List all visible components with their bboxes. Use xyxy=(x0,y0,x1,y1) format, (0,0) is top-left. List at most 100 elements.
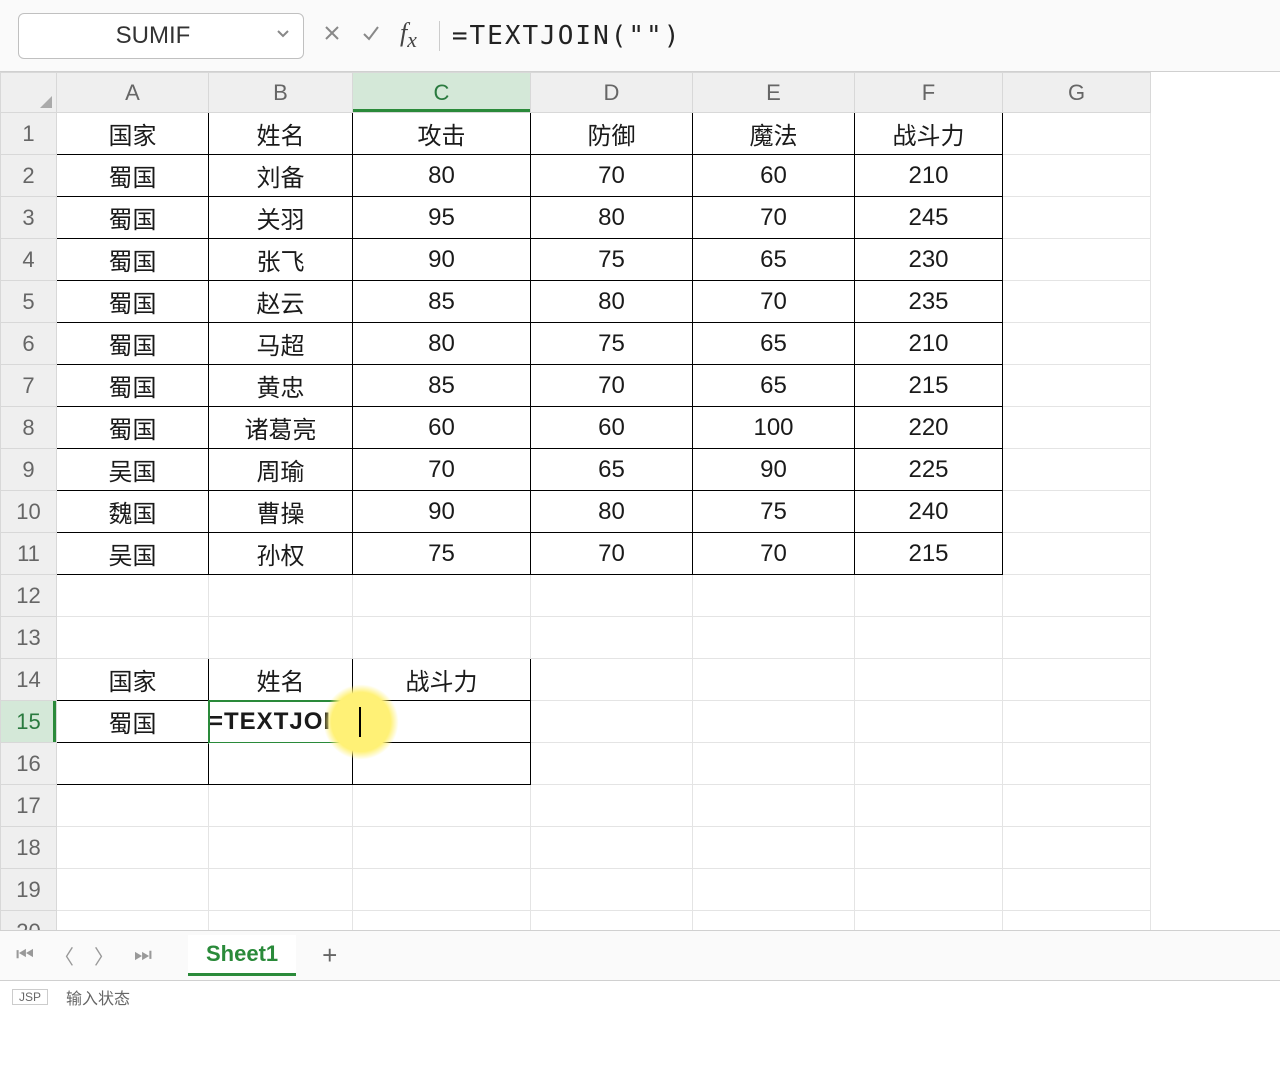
row-header-4[interactable]: 4 xyxy=(1,239,57,281)
cell-A3[interactable]: 蜀国 xyxy=(57,197,209,239)
cell-D2[interactable]: 70 xyxy=(531,155,693,197)
cell-F8[interactable]: 220 xyxy=(855,407,1003,449)
cell-F9[interactable]: 225 xyxy=(855,449,1003,491)
cell-F14[interactable] xyxy=(855,659,1003,701)
row-header-11[interactable]: 11 xyxy=(1,533,57,575)
cell-G9[interactable] xyxy=(1003,449,1151,491)
cell-A6[interactable]: 蜀国 xyxy=(57,323,209,365)
cell-G8[interactable] xyxy=(1003,407,1151,449)
cell-F19[interactable] xyxy=(855,869,1003,911)
cell-D8[interactable]: 60 xyxy=(531,407,693,449)
cell-E1[interactable]: 魔法 xyxy=(693,113,855,155)
cell-E9[interactable]: 90 xyxy=(693,449,855,491)
cell-C2[interactable]: 80 xyxy=(353,155,531,197)
cell-D14[interactable] xyxy=(531,659,693,701)
cell-B9[interactable]: 周瑜 xyxy=(209,449,353,491)
cell-G1[interactable] xyxy=(1003,113,1151,155)
cell-B4[interactable]: 张飞 xyxy=(209,239,353,281)
row-header-18[interactable]: 18 xyxy=(1,827,57,869)
cell-G16[interactable] xyxy=(1003,743,1151,785)
cell-C1[interactable]: 攻击 xyxy=(353,113,531,155)
cell-C16[interactable] xyxy=(353,743,531,785)
cell-E18[interactable] xyxy=(693,827,855,869)
row-header-17[interactable]: 17 xyxy=(1,785,57,827)
col-header-E[interactable]: E xyxy=(693,73,855,113)
cell-F2[interactable]: 210 xyxy=(855,155,1003,197)
cell-A8[interactable]: 蜀国 xyxy=(57,407,209,449)
cell-D3[interactable]: 80 xyxy=(531,197,693,239)
col-header-F[interactable]: F xyxy=(855,73,1003,113)
cell-D1[interactable]: 防御 xyxy=(531,113,693,155)
cell-C8[interactable]: 60 xyxy=(353,407,531,449)
cell-G2[interactable] xyxy=(1003,155,1151,197)
cell-F16[interactable] xyxy=(855,743,1003,785)
fx-icon[interactable]: fx xyxy=(400,18,417,53)
cell-E5[interactable]: 70 xyxy=(693,281,855,323)
row-header-12[interactable]: 12 xyxy=(1,575,57,617)
cell-B2[interactable]: 刘备 xyxy=(209,155,353,197)
select-all-corner[interactable] xyxy=(1,73,57,113)
cell-G7[interactable] xyxy=(1003,365,1151,407)
cell-B1[interactable]: 姓名 xyxy=(209,113,353,155)
cell-A1[interactable]: 国家 xyxy=(57,113,209,155)
cell-B11[interactable]: 孙权 xyxy=(209,533,353,575)
cell-F5[interactable]: 235 xyxy=(855,281,1003,323)
cell-B16[interactable] xyxy=(209,743,353,785)
check-icon[interactable] xyxy=(360,22,382,50)
cell-D5[interactable]: 80 xyxy=(531,281,693,323)
cell-C5[interactable]: 85 xyxy=(353,281,531,323)
cell-B13[interactable] xyxy=(209,617,353,659)
add-sheet-icon[interactable]: + xyxy=(322,940,337,971)
cell-F6[interactable]: 210 xyxy=(855,323,1003,365)
col-header-B[interactable]: B xyxy=(209,73,353,113)
cell-F17[interactable] xyxy=(855,785,1003,827)
cell-G3[interactable] xyxy=(1003,197,1151,239)
cell-D7[interactable]: 70 xyxy=(531,365,693,407)
cell-C20[interactable] xyxy=(353,911,531,931)
cell-E10[interactable]: 75 xyxy=(693,491,855,533)
cell-D4[interactable]: 75 xyxy=(531,239,693,281)
next-sheet-icon[interactable]: 〉 xyxy=(90,941,118,970)
cell-D10[interactable]: 80 xyxy=(531,491,693,533)
cell-E15[interactable] xyxy=(693,701,855,743)
cell-C12[interactable] xyxy=(353,575,531,617)
cell-G11[interactable] xyxy=(1003,533,1151,575)
cell-E2[interactable]: 60 xyxy=(693,155,855,197)
cell-C4[interactable]: 90 xyxy=(353,239,531,281)
cell-A9[interactable]: 吴国 xyxy=(57,449,209,491)
name-box[interactable]: SUMIF xyxy=(18,13,304,59)
cell-C18[interactable] xyxy=(353,827,531,869)
cell-F20[interactable] xyxy=(855,911,1003,931)
cell-C9[interactable]: 70 xyxy=(353,449,531,491)
col-header-G[interactable]: G xyxy=(1003,73,1151,113)
row-header-8[interactable]: 8 xyxy=(1,407,57,449)
cell-B20[interactable] xyxy=(209,911,353,931)
cell-D16[interactable] xyxy=(531,743,693,785)
row-header-9[interactable]: 9 xyxy=(1,449,57,491)
cell-G17[interactable] xyxy=(1003,785,1151,827)
cell-G15[interactable] xyxy=(1003,701,1151,743)
cell-A5[interactable]: 蜀国 xyxy=(57,281,209,323)
cell-A14[interactable]: 国家 xyxy=(57,659,209,701)
cell-F10[interactable]: 240 xyxy=(855,491,1003,533)
cell-C15[interactable] xyxy=(353,701,531,743)
cell-E11[interactable]: 70 xyxy=(693,533,855,575)
cell-E12[interactable] xyxy=(693,575,855,617)
first-sheet-icon[interactable]: ⏮ xyxy=(12,944,38,967)
cell-A4[interactable]: 蜀国 xyxy=(57,239,209,281)
cell-C10[interactable]: 90 xyxy=(353,491,531,533)
cell-B10[interactable]: 曹操 xyxy=(209,491,353,533)
cancel-icon[interactable] xyxy=(322,23,342,49)
cell-C13[interactable] xyxy=(353,617,531,659)
col-header-C[interactable]: C xyxy=(353,73,531,113)
row-header-15[interactable]: 15 xyxy=(1,701,57,743)
row-header-16[interactable]: 16 xyxy=(1,743,57,785)
cell-E13[interactable] xyxy=(693,617,855,659)
cell-B17[interactable] xyxy=(209,785,353,827)
row-header-19[interactable]: 19 xyxy=(1,869,57,911)
col-header-A[interactable]: A xyxy=(57,73,209,113)
chevron-down-icon[interactable] xyxy=(275,24,291,47)
cell-A11[interactable]: 吴国 xyxy=(57,533,209,575)
cell-C17[interactable] xyxy=(353,785,531,827)
prev-sheet-icon[interactable]: 〈 xyxy=(50,941,78,970)
